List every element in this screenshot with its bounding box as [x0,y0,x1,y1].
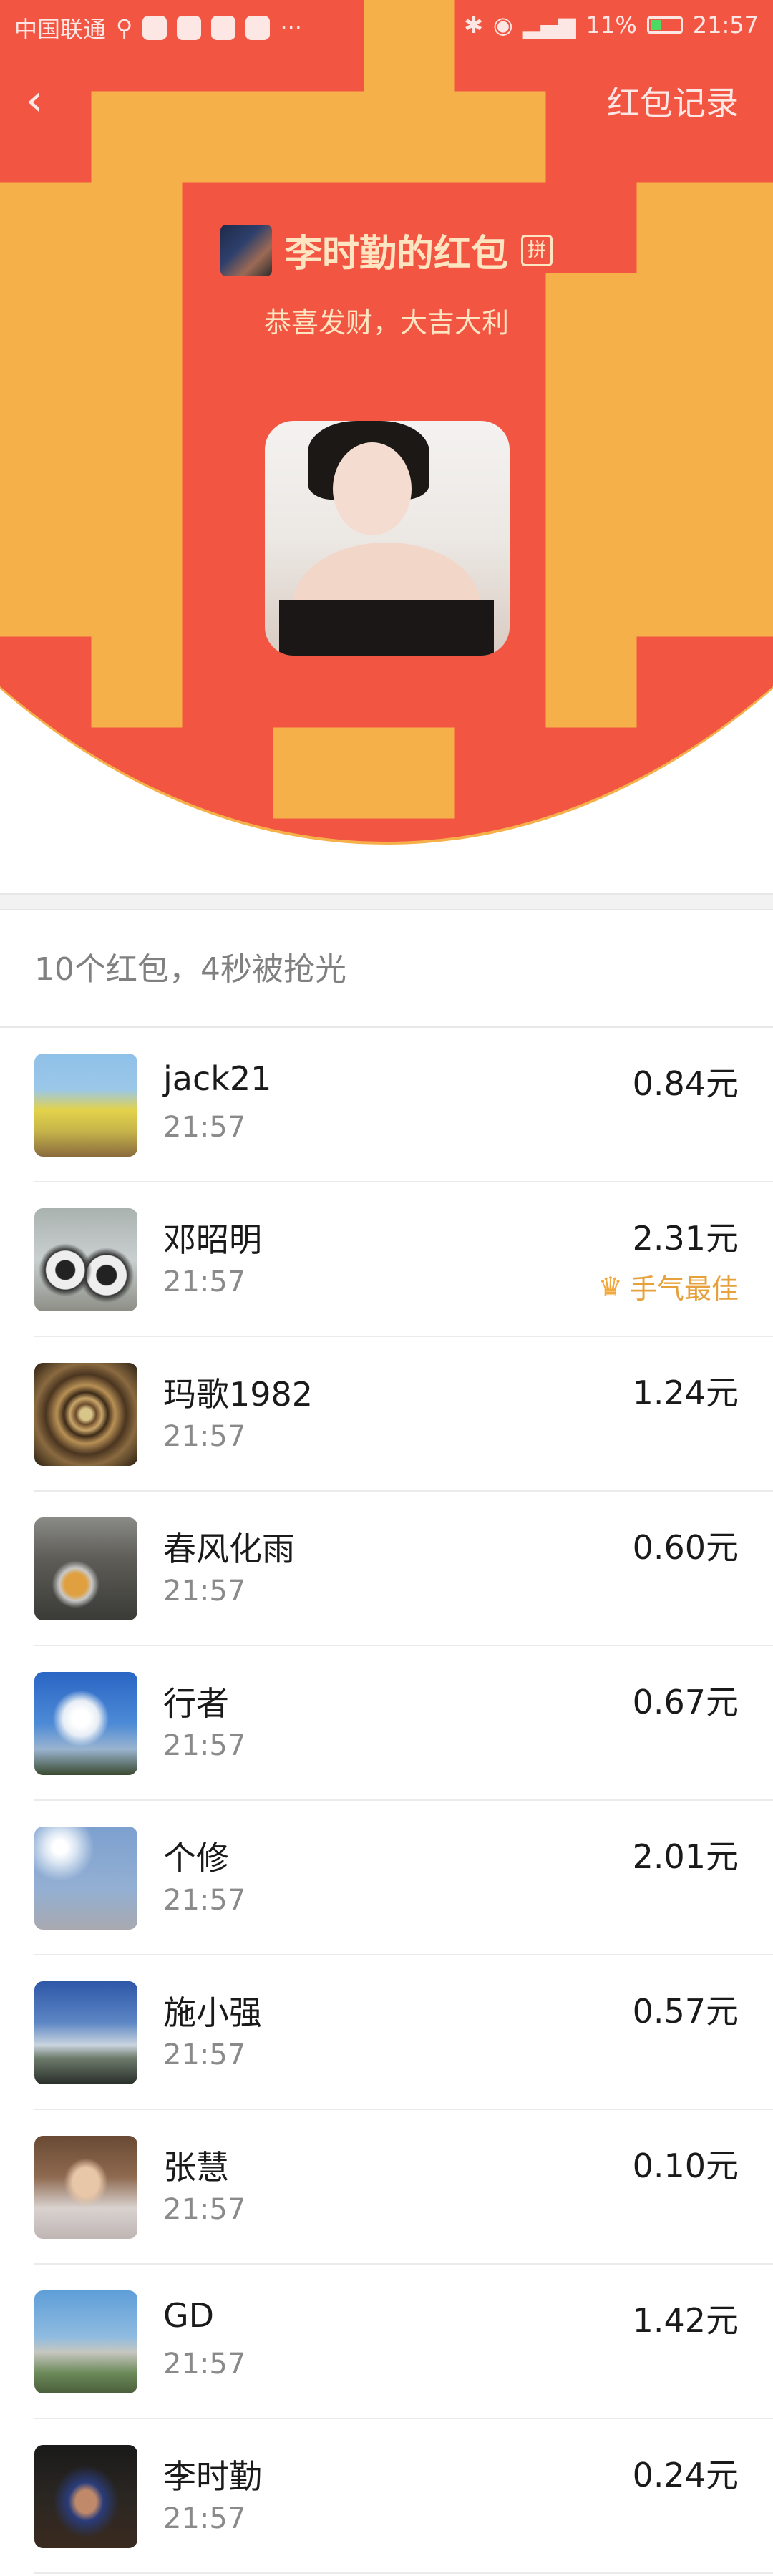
sender-name: 李时勤的红包 [284,233,508,276]
record-time: 21:57 [163,2348,246,2381]
chevron-left-icon: ‹ [26,74,44,126]
record-amount: 0.10元 [632,2147,739,2185]
record-name: 行者 [163,1684,229,1723]
app-notification-icon [142,16,167,40]
red-packet-record-link[interactable]: 红包记录 [607,77,739,129]
signal-icon: ▂▄▆ [522,11,576,39]
record-amount: 1.24元 [632,1374,739,1412]
avatar [34,1827,137,1930]
status-left: 中国联通 ⚲ ··· [14,11,302,44]
record-amount: 0.24元 [632,2456,739,2494]
record-name: 个修 [163,1839,229,1877]
list-item[interactable]: 邓昭明 21:57 2.31元 ♛ 手气最佳 [34,1182,773,1337]
record-time: 21:57 [163,1420,246,1453]
record-name: 张慧 [163,2148,229,2187]
record-time: 21:57 [163,2038,246,2071]
record-amount: 2.31元 [632,1219,739,1258]
battery-icon [646,16,683,34]
section-divider [0,893,773,910]
record-amount: 0.67元 [632,1683,739,1721]
record-time: 21:57 [163,2502,246,2535]
list-item[interactable]: 张慧 21:57 0.10元 [34,2110,773,2265]
greeting-text: 恭喜发财，大吉大利 [263,307,509,339]
summary-text: 10个红包，4秒被抢光 [34,951,346,988]
avatar [34,2136,137,2239]
record-amount: 0.84元 [632,1064,739,1103]
list-item[interactable]: 春风化雨 21:57 0.60元 [34,1492,773,1646]
app-notification-icon [211,16,236,40]
eye-icon: ◉ [492,11,513,39]
usb-icon: ⚲ [116,14,133,42]
bluetooth-icon: ✱ [464,11,483,39]
record-time: 21:57 [163,1575,246,1608]
avatar [34,1363,137,1466]
avatar [34,1208,137,1311]
status-right: ✱ ◉ ▂▄▆ 11% 21:57 [464,11,759,39]
record-name: 春风化雨 [163,1530,295,1568]
record-time: 21:57 [163,1729,246,1762]
pin-badge-icon: 拼 [521,234,553,266]
back-button[interactable]: ‹ [26,74,60,126]
list-item[interactable]: GD 21:57 1.42元 [34,2265,773,2419]
list-item[interactable]: 玛歌1982 21:57 1.24元 [34,1337,773,1492]
sender-row: 李时勤的红包 拼 [0,223,773,277]
battery-percent: 11% [585,11,637,39]
record-amount: 0.57元 [632,1992,739,2031]
record-name: GD [163,2296,215,2335]
record-time: 21:57 [163,1884,246,1917]
record-name: 李时勤 [163,2457,262,2496]
best-luck-badge: ♛ 手气最佳 [598,1267,739,1306]
app-notification-icon [245,16,271,40]
record-name: 施小强 [163,1993,262,2032]
avatar [34,1981,137,2084]
record-name: jack21 [163,1059,272,1098]
record-amount: 0.60元 [632,1528,739,1567]
more-notifications-icon: ··· [280,14,302,42]
record-amount: 1.42元 [632,2301,739,2340]
record-name: 邓昭明 [163,1220,262,1259]
record-name: 玛歌1982 [163,1375,313,1414]
status-bar: 中国联通 ⚲ ··· ✱ ◉ ▂▄▆ 11% 21:57 [0,0,773,52]
red-packet-cover-image[interactable] [265,421,510,656]
best-luck-label: 手气最佳 [629,1273,739,1305]
avatar [34,1672,137,1775]
record-time: 21:57 [163,1111,246,1144]
status-time: 21:57 [692,11,759,39]
record-amount: 2.01元 [632,1837,739,1876]
record-time: 21:57 [163,1265,246,1298]
avatar [34,2445,137,2548]
carrier-label: 中国联通 [14,16,107,43]
avatar [34,1517,137,1620]
sender-avatar[interactable] [220,224,272,276]
record-time: 21:57 [163,2193,246,2226]
crown-icon: ♛ [598,1270,623,1303]
list-item[interactable]: 行者 21:57 0.67元 [34,1646,773,1801]
avatar [34,2290,137,2393]
list-item[interactable]: jack21 21:57 0.84元 [34,1028,773,1182]
list-item[interactable]: 李时勤 21:57 0.24元 [34,2419,773,2574]
red-packet-header: 中国联通 ⚲ ··· ✱ ◉ ▂▄▆ 11% 21:57 ‹ 红包记录 李时勤的… [0,0,773,845]
list-item[interactable]: 个修 21:57 2.01元 [34,1801,773,1955]
record-list: jack21 21:57 0.84元 邓昭明 21:57 2.31元 ♛ 手气最… [0,1028,773,2574]
avatar [34,1054,137,1157]
list-item[interactable]: 施小强 21:57 0.57元 [34,1955,773,2110]
app-notification-icon [177,16,202,40]
